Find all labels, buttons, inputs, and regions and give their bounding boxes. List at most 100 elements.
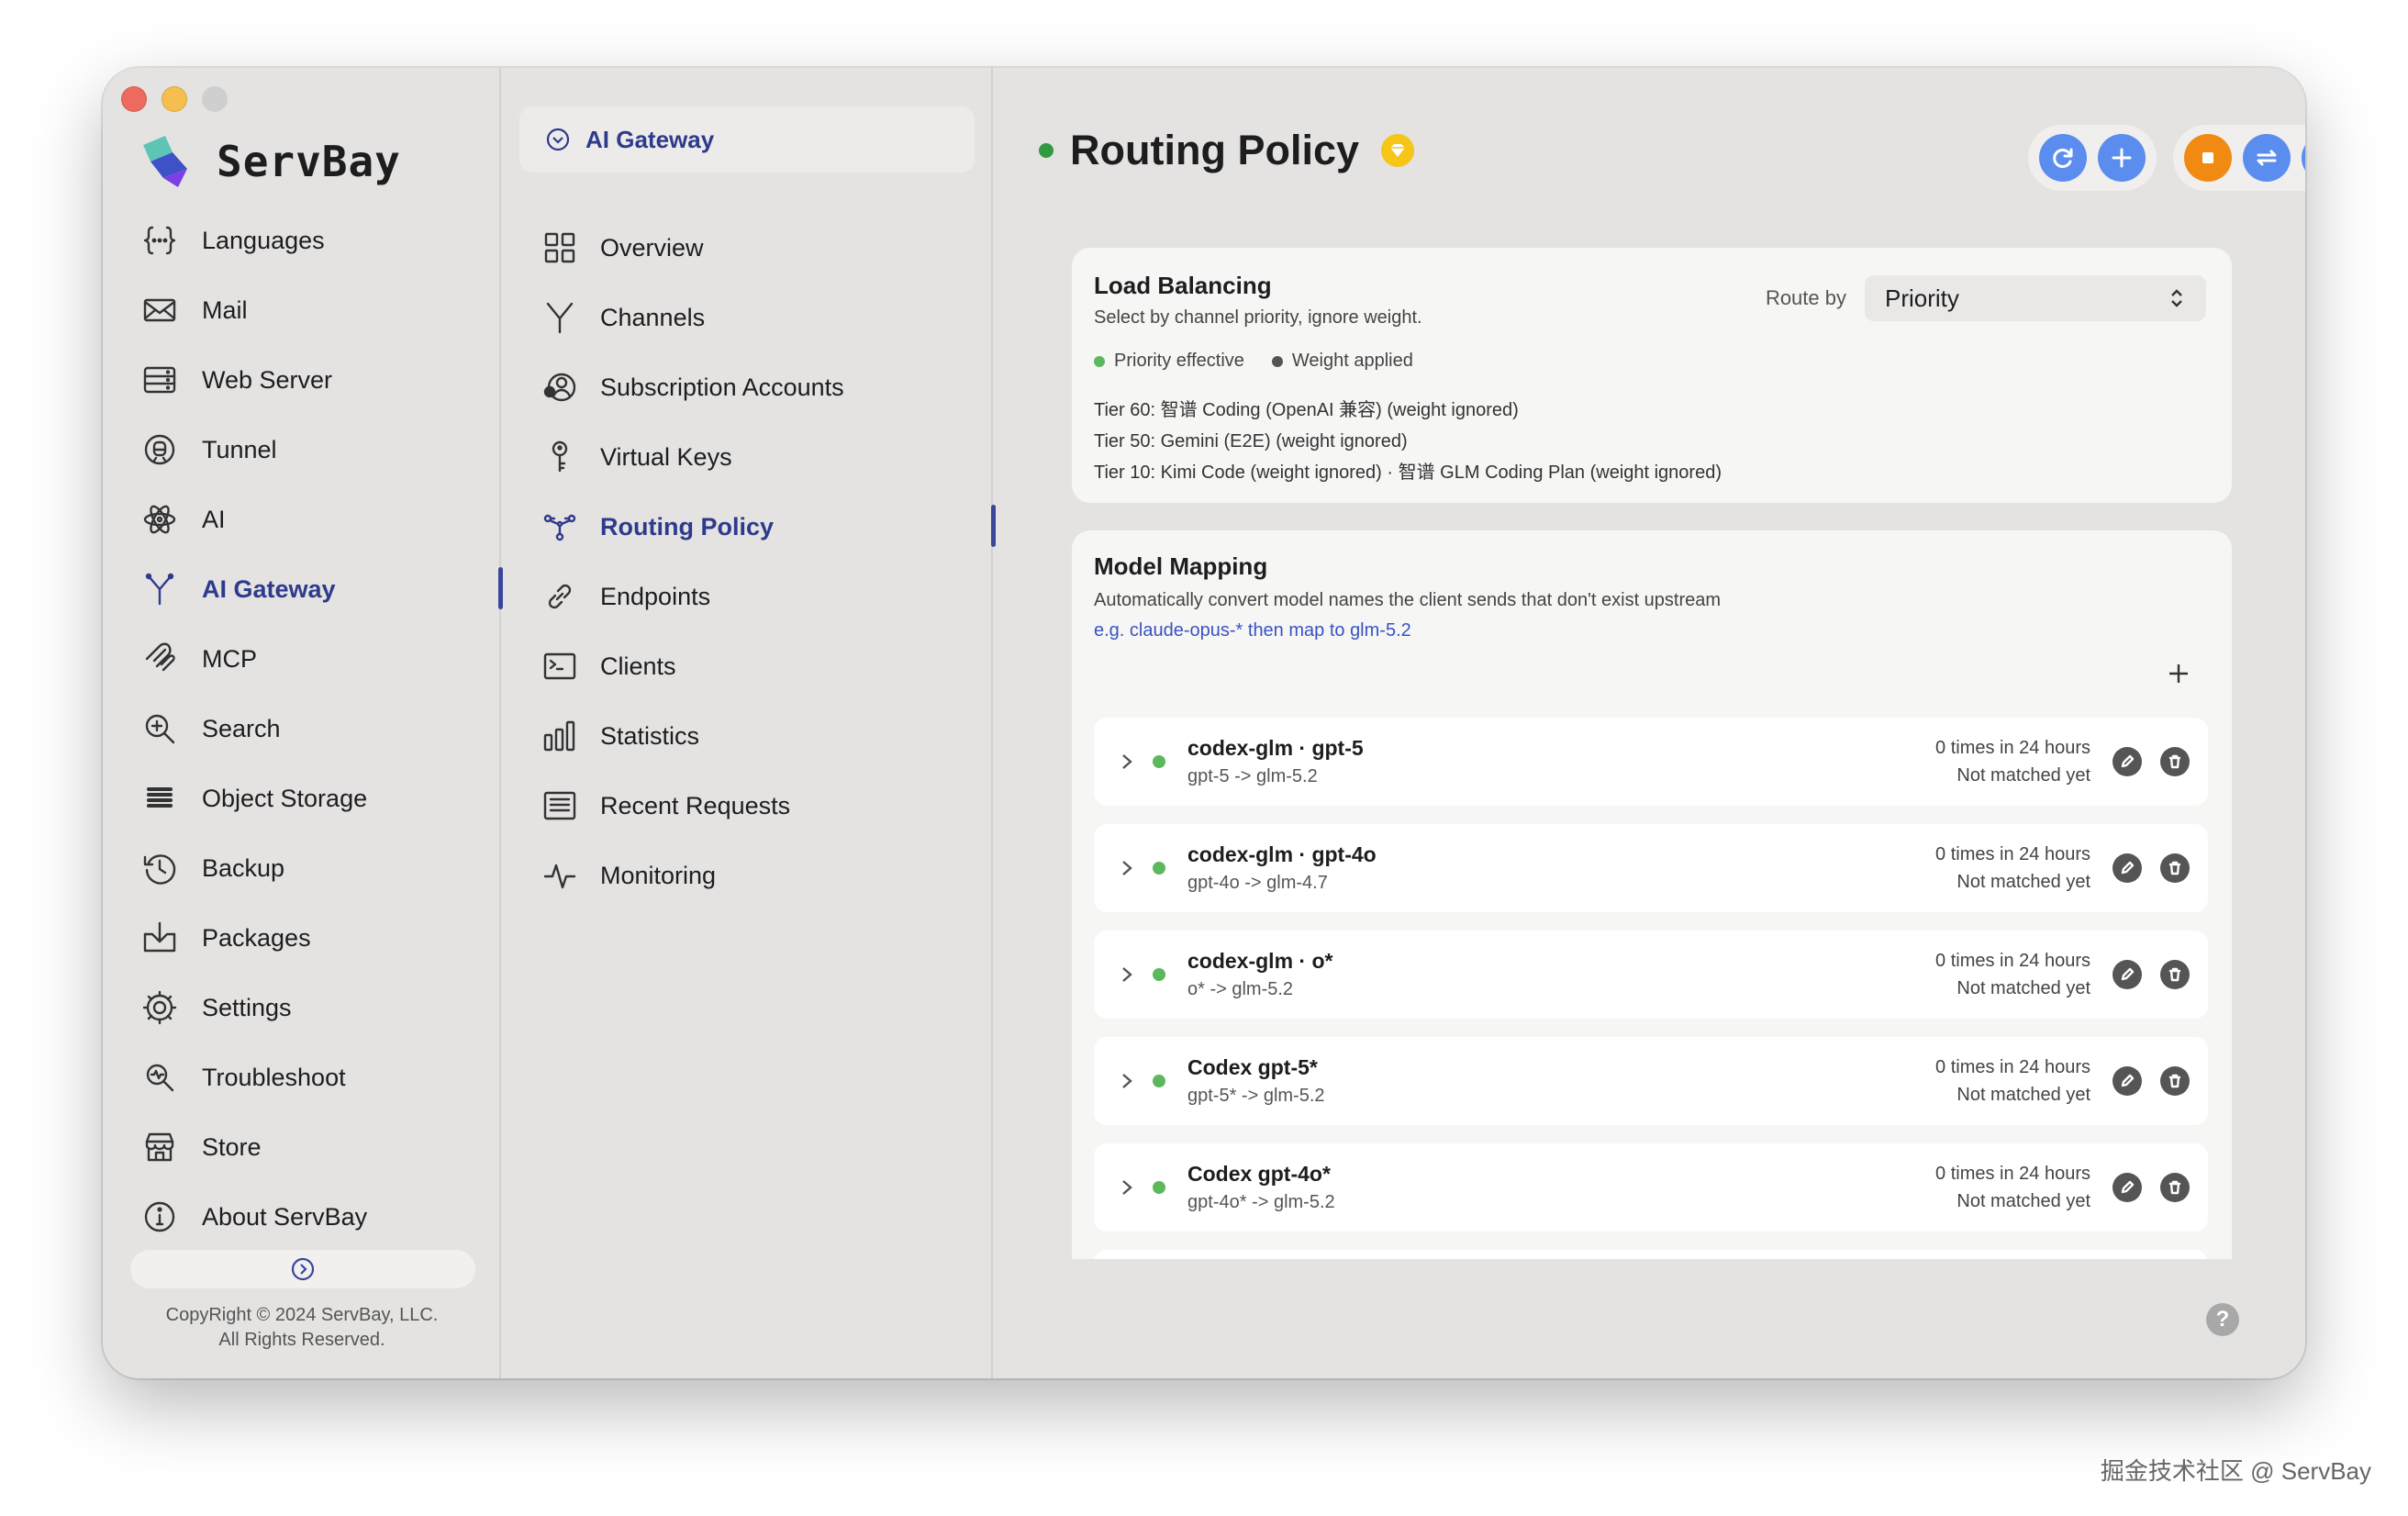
delete-mapping-button[interactable] (2160, 960, 2190, 989)
mapping-rule: gpt-5 -> glm-5.2 (1187, 766, 1318, 786)
mapping-count: 0 times in 24 hours (1935, 1057, 2090, 1077)
refresh-button[interactable] (2039, 134, 2087, 182)
mcp-icon (139, 639, 180, 679)
mapping-row[interactable] (1094, 1250, 2208, 1259)
submenu-item-overview[interactable]: Overview (541, 213, 993, 283)
trash-icon (2168, 754, 2181, 769)
stop-button[interactable] (2184, 134, 2232, 182)
submenu-header[interactable]: AI Gateway (519, 106, 975, 173)
submenu-item-endpoints[interactable]: Endpoints (541, 562, 993, 631)
plus-icon (2169, 664, 2188, 683)
sidebar-item-label: Object Storage (202, 784, 368, 812)
collapse-sidebar-button[interactable] (130, 1250, 475, 1288)
route-by-label: Route by (1765, 286, 1846, 309)
sidebar-item-about[interactable]: About ServBay (139, 1182, 501, 1252)
sidebar-item-languages[interactable]: Languages (139, 206, 501, 275)
priority-legend: Priority effective Weight applied (1094, 351, 1413, 372)
mapping-row[interactable]: codex-glm · o* o* -> glm-5.2 0 times in … (1094, 931, 2208, 1019)
restart-button[interactable] (2243, 134, 2291, 182)
delete-mapping-button[interactable] (2160, 747, 2190, 776)
mapping-rule: gpt-5* -> glm-5.2 (1187, 1086, 1325, 1106)
swap-icon (2257, 150, 2277, 166)
mapping-stats: 0 times in 24 hours Not matched yet (1935, 734, 2090, 789)
sidebar-item-packages[interactable]: Packages (139, 903, 501, 973)
route-by-select[interactable]: Priority (1865, 275, 2206, 321)
mapping-text: codex-glm · gpt-4o gpt-4o -> glm-4.7 (1187, 842, 1935, 894)
brand-name: ServBay (217, 137, 401, 186)
edit-mapping-button[interactable] (2113, 1173, 2142, 1202)
logs-button[interactable] (2302, 134, 2305, 182)
submenu-item-channels[interactable]: Channels (541, 283, 993, 352)
sidebar-item-backup[interactable]: Backup (139, 833, 501, 903)
submenu-item-virtual-keys[interactable]: Virtual Keys (541, 422, 993, 492)
legend-label: Weight applied (1291, 351, 1413, 371)
sidebar-item-mail[interactable]: Mail (139, 275, 501, 345)
tier-line: Tier 10: Kimi Code (weight ignored) · 智谱… (1094, 463, 1722, 483)
sidebar-item-label: About ServBay (202, 1202, 368, 1231)
mapping-row[interactable]: Codex gpt-4o* gpt-4o* -> glm-5.2 0 times… (1094, 1143, 2208, 1232)
submenu-item-statistics[interactable]: Statistics (541, 701, 993, 771)
legend-item: Weight applied (1271, 351, 1413, 372)
add-mapping-button[interactable] (2164, 659, 2193, 688)
bar-chart-icon (541, 718, 578, 754)
gateway-icon (139, 569, 180, 609)
expand-row-button[interactable] (1101, 1177, 1153, 1198)
submenu-item-subscription-accounts[interactable]: Subscription Accounts (541, 352, 993, 422)
sidebar-item-web-server[interactable]: Web Server (139, 345, 501, 415)
edit-mapping-button[interactable] (2113, 1066, 2142, 1096)
tier-line: Tier 60: 智谱 Coding (OpenAI 兼容) (weight i… (1094, 400, 1519, 420)
submenu-item-clients[interactable]: Clients (541, 631, 993, 701)
sidebar-item-store[interactable]: Store (139, 1112, 501, 1182)
add-button[interactable] (2098, 134, 2146, 182)
submenu-item-label: Monitoring (600, 861, 717, 889)
sidebar-nav: Languages Mail Web Server Tunnel AI AI G… (139, 206, 503, 1252)
sidebar-item-settings[interactable]: Settings (139, 973, 501, 1042)
sidebar-item-object-storage[interactable]: Object Storage (139, 764, 501, 833)
edit-mapping-button[interactable] (2113, 853, 2142, 883)
submenu-item-routing-policy[interactable]: Routing Policy (541, 492, 996, 562)
sidebar-item-troubleshoot[interactable]: Troubleshoot (139, 1042, 501, 1112)
sidebar-item-mcp[interactable]: MCP (139, 624, 501, 694)
mapping-row[interactable]: Codex gpt-5* gpt-5* -> glm-5.2 0 times i… (1094, 1037, 2208, 1125)
help-button[interactable]: ? (2206, 1303, 2239, 1336)
edit-mapping-button[interactable] (2113, 960, 2142, 989)
mapping-name: codex-glm · gpt-5 (1187, 736, 1364, 760)
submenu-list: Overview Channels Subscription Accounts … (541, 213, 996, 910)
mapping-text: codex-glm · gpt-5 gpt-5 -> glm-5.2 (1187, 736, 1935, 787)
expand-row-button[interactable] (1101, 1071, 1153, 1091)
app-window: ServBay Languages Mail Web Server Tunnel (103, 68, 2305, 1378)
sidebar-item-label: Settings (202, 993, 292, 1021)
submenu-item-recent-requests[interactable]: Recent Requests (541, 771, 993, 841)
sidebar-item-tunnel[interactable]: Tunnel (139, 415, 501, 485)
sidebar-item-ai[interactable]: AI (139, 485, 501, 554)
copyright-line: CopyRight © 2024 ServBay, LLC. (165, 1305, 439, 1325)
status-dot (1153, 968, 1165, 981)
mapping-status: Not matched yet (1956, 978, 2090, 998)
delete-mapping-button[interactable] (2160, 853, 2190, 883)
mapping-row[interactable]: codex-glm · gpt-4o gpt-4o -> glm-4.7 0 t… (1094, 824, 2208, 912)
sidebar-item-label: Store (202, 1132, 262, 1161)
mapping-row[interactable]: codex-glm · gpt-5 gpt-5 -> glm-5.2 0 tim… (1094, 718, 2208, 806)
expand-row-button[interactable] (1101, 964, 1153, 985)
model-mapping-card: Model Mapping Automatically convert mode… (1072, 530, 2232, 1259)
edit-mapping-button[interactable] (2113, 747, 2142, 776)
backup-icon (139, 848, 180, 888)
page-title: Routing Policy (1070, 127, 1359, 173)
load-balancing-subtitle: Select by channel priority, ignore weigh… (1094, 307, 1422, 328)
submenu-item-monitoring[interactable]: Monitoring (541, 841, 993, 910)
mapping-stats: 0 times in 24 hours Not matched yet (1935, 1053, 2090, 1109)
pencil-icon (2121, 1074, 2135, 1087)
expand-row-button[interactable] (1101, 858, 1153, 878)
submenu-item-label: Routing Policy (600, 512, 774, 541)
chevron-right-icon (1122, 1180, 1132, 1195)
expand-row-button[interactable] (1101, 752, 1153, 772)
server-icon (139, 360, 180, 400)
submenu-item-label: Statistics (600, 721, 700, 750)
load-balancing-title: Load Balancing (1094, 272, 1272, 299)
delete-mapping-button[interactable] (2160, 1066, 2190, 1096)
delete-mapping-button[interactable] (2160, 1173, 2190, 1202)
sidebar-item-search[interactable]: Search (139, 694, 501, 764)
chevron-right-icon (1122, 1074, 1132, 1088)
refresh-icon (2053, 148, 2073, 168)
sidebar-item-ai-gateway[interactable]: AI Gateway (139, 554, 503, 624)
